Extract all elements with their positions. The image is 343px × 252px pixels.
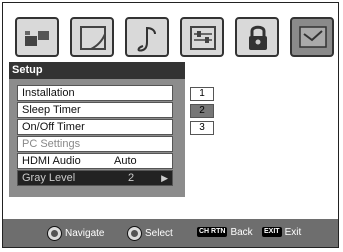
navigate-hint: Navigate: [47, 226, 104, 241]
tab-setup[interactable]: [290, 17, 334, 57]
select-hint: Select: [127, 226, 173, 241]
menu-item-sleep-timer[interactable]: Sleep Timer: [17, 102, 173, 118]
select-button-icon: [127, 226, 142, 241]
back-hint: CH RTN Back: [197, 227, 253, 238]
arrow-right-icon: ▶: [161, 173, 168, 183]
picture-icon: [25, 31, 49, 46]
menu-item-label: PC Settings: [22, 138, 81, 150]
tab-picture[interactable]: [15, 17, 59, 57]
menu-item-label: Gray Level: [22, 172, 76, 184]
gray-level-value: 2: [128, 172, 135, 184]
sliders-icon: [190, 26, 216, 50]
option-1[interactable]: 1: [190, 87, 214, 101]
tab-screen[interactable]: [70, 17, 114, 57]
menu-item-pc-settings: PC Settings: [17, 136, 173, 152]
option-2[interactable]: 2: [190, 104, 214, 118]
screen-shape-icon: [80, 26, 106, 50]
menu-title: Setup: [9, 62, 185, 79]
menu-icon-bar: [15, 17, 334, 61]
tab-audio[interactable]: [125, 17, 169, 57]
music-note-icon: [137, 26, 156, 52]
ch-rtn-key-icon: CH RTN: [197, 227, 228, 238]
tab-locks[interactable]: [235, 17, 279, 57]
menu-item-installation[interactable]: Installation: [17, 85, 173, 101]
menu-item-hdmi-audio[interactable]: HDMI Audio Auto: [17, 153, 173, 169]
setup-menu: Setup Installation Sleep Timer On/Off Ti…: [9, 62, 185, 197]
menu-item-gray-level[interactable]: Gray Level 2 ▶: [17, 170, 173, 186]
exit-hint: EXIT Exit: [262, 227, 302, 238]
exit-key-icon: EXIT: [262, 227, 282, 238]
menu-item-label: Installation: [22, 87, 75, 99]
tab-preferences[interactable]: [180, 17, 224, 57]
menu-item-label: Sleep Timer: [22, 104, 81, 116]
option-3[interactable]: 3: [190, 121, 214, 135]
menu-items-panel: Installation Sleep Timer On/Off Timer PC…: [9, 79, 185, 197]
hdmi-audio-value: Auto: [114, 155, 137, 167]
menu-item-label: HDMI Audio: [22, 155, 81, 167]
lock-icon: [249, 25, 267, 50]
menu-item-on-off-timer[interactable]: On/Off Timer: [17, 119, 173, 135]
footer-help-bar: Navigate Select CH RTN Back EXIT Exit: [3, 219, 338, 247]
navigate-pad-icon: [47, 226, 62, 241]
menu-item-label: On/Off Timer: [22, 121, 85, 133]
tv-menu-screen: Setup Installation Sleep Timer On/Off Ti…: [2, 2, 339, 248]
setup-icon: [299, 26, 327, 48]
